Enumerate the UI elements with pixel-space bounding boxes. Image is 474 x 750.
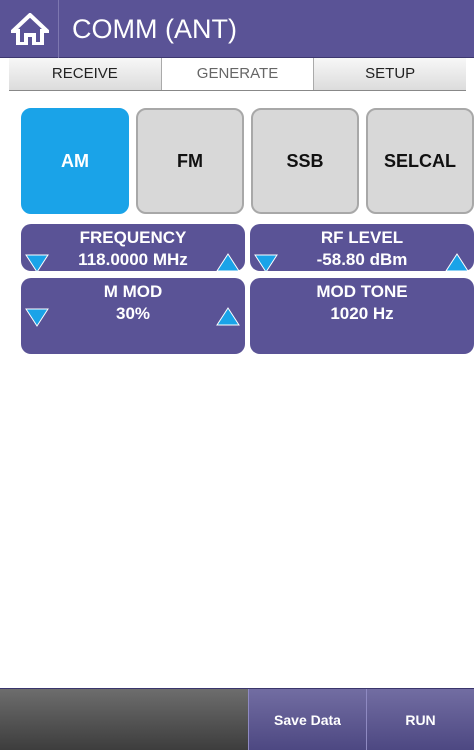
m-mod-panel[interactable]: M MOD 30% xyxy=(21,278,245,354)
bottom-toolbar: Save Data RUN xyxy=(0,688,474,750)
run-button[interactable]: RUN xyxy=(367,689,474,750)
title-bar: COMM (ANT) xyxy=(0,0,474,58)
mod-tone-label: MOD TONE xyxy=(316,282,408,301)
rf-level-increase-icon[interactable] xyxy=(445,253,469,273)
mode-am-button[interactable]: AM xyxy=(21,108,129,214)
mode-ssb-button[interactable]: SSB xyxy=(251,108,359,214)
m-mod-value: 30% xyxy=(115,304,151,323)
mode-fm-button[interactable]: FM xyxy=(136,108,244,214)
rf-level-label: RF LEVEL xyxy=(320,228,404,247)
tab-bar: RECEIVE GENERATE SETUP xyxy=(9,58,467,91)
mod-tone-panel[interactable]: MOD TONE 1020 Hz xyxy=(250,278,474,354)
page-title: COMM (ANT) xyxy=(72,14,237,44)
rf-level-panel[interactable]: RF LEVEL -58.80 dBm Ext Loss 1.10 dB xyxy=(250,224,474,291)
tab-setup[interactable]: SETUP xyxy=(314,58,467,90)
frequency-decrease-icon[interactable] xyxy=(25,253,49,273)
toolbar-empty-area xyxy=(0,689,248,750)
frequency-label: FREQUENCY xyxy=(79,228,187,247)
tab-receive[interactable]: RECEIVE xyxy=(9,58,162,90)
rf-level-value: -58.80 dBm xyxy=(316,250,408,269)
tab-generate[interactable]: GENERATE xyxy=(161,58,315,90)
title-divider xyxy=(58,0,59,58)
rf-level-decrease-icon[interactable] xyxy=(254,253,278,273)
mod-tone-value: 1020 Hz xyxy=(330,304,394,323)
frequency-value: 118.0000 MHz xyxy=(78,250,188,269)
home-button[interactable] xyxy=(9,9,53,49)
save-data-button[interactable]: Save Data xyxy=(249,689,366,750)
home-icon xyxy=(11,13,49,45)
m-mod-label: M MOD xyxy=(103,282,163,301)
frequency-increase-icon[interactable] xyxy=(216,253,240,273)
m-mod-increase-icon[interactable] xyxy=(216,307,240,327)
m-mod-decrease-icon[interactable] xyxy=(25,307,49,327)
frequency-panel[interactable]: FREQUENCY 118.0000 MHz xyxy=(21,224,245,273)
mode-selcal-button[interactable]: SELCAL xyxy=(366,108,474,214)
